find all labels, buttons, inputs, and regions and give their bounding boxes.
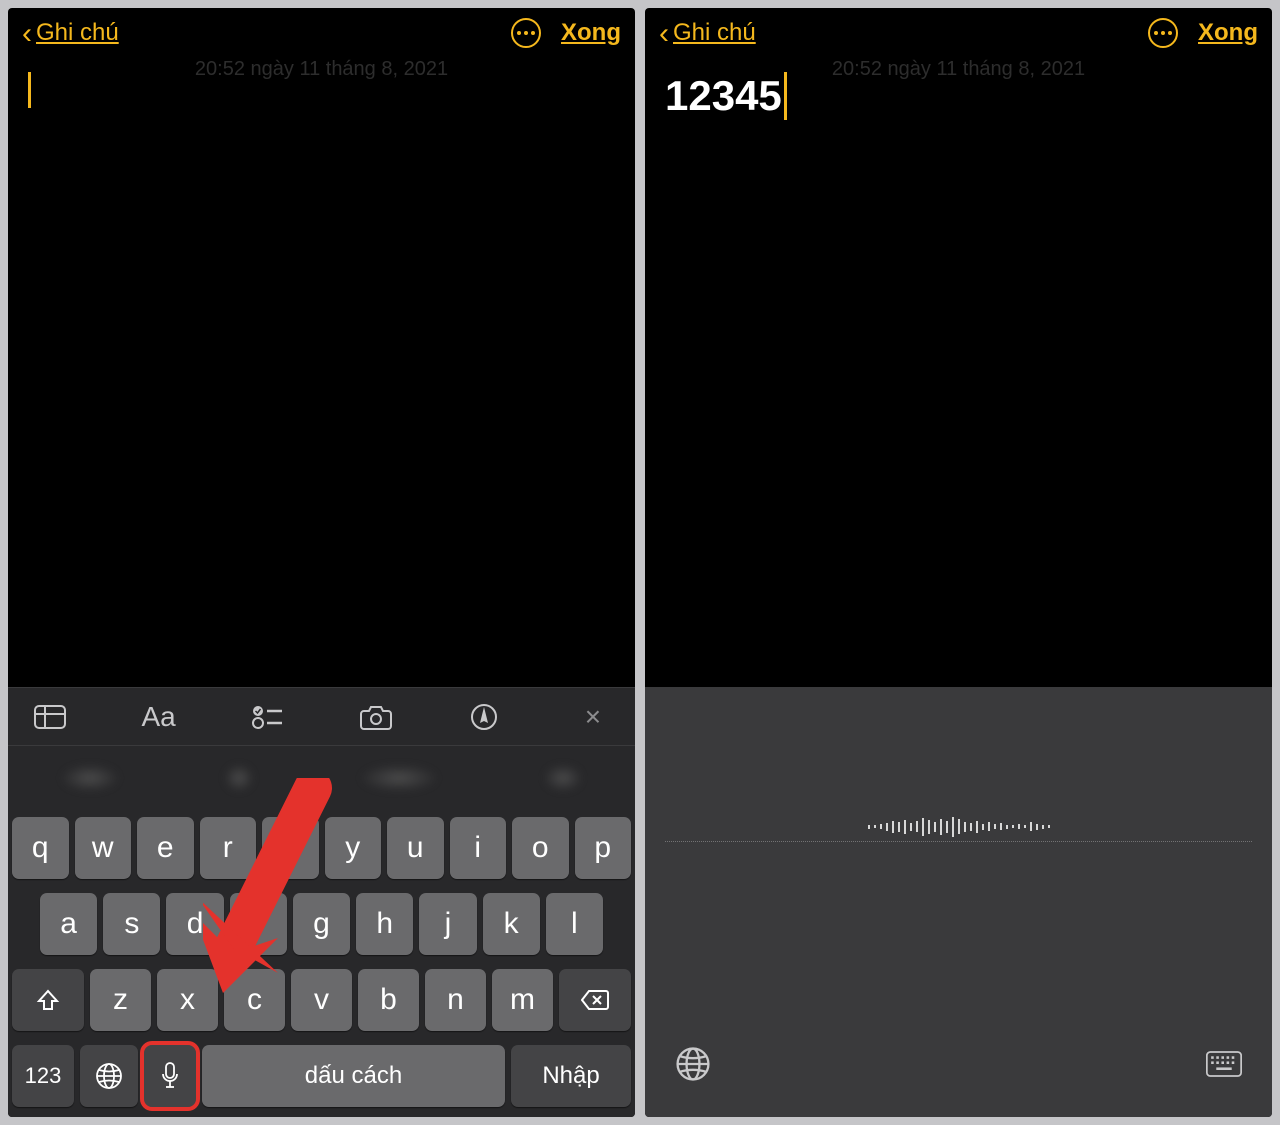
text-cursor [784, 72, 787, 120]
suggestion-blurred[interactable] [60, 764, 120, 792]
annotation-highlight [140, 1041, 200, 1111]
suggestion-blurred[interactable] [359, 764, 439, 792]
back-button[interactable]: ‹ Ghi chú [659, 19, 756, 47]
key-a[interactable]: a [40, 893, 97, 955]
key-g[interactable]: g [293, 893, 350, 955]
chevron-left-icon: ‹ [22, 23, 32, 44]
space-key[interactable]: dấu cách [202, 1045, 505, 1107]
key-q[interactable]: q [12, 817, 69, 879]
key-s[interactable]: s [103, 893, 160, 955]
key-u[interactable]: u [387, 817, 444, 879]
key-p[interactable]: p [575, 817, 632, 879]
chevron-left-icon: ‹ [659, 23, 669, 44]
key-b[interactable]: b [358, 969, 419, 1031]
keyboard-icon[interactable] [1206, 1046, 1242, 1087]
globe-key[interactable] [80, 1045, 138, 1107]
back-label: Ghi chú [673, 19, 756, 47]
keyboard-row-1: q w e r t y u i o p [12, 817, 631, 879]
navigation-bar: ‹ Ghi chú Xong [645, 8, 1272, 58]
formatting-toolbar: Aa × [8, 687, 635, 745]
key-v[interactable]: v [291, 969, 352, 1031]
key-m[interactable]: m [492, 969, 553, 1031]
shift-key[interactable] [12, 969, 84, 1031]
key-f[interactable]: f [230, 893, 287, 955]
back-label: Ghi chú [36, 19, 119, 47]
key-k[interactable]: k [483, 893, 540, 955]
voice-dictation-panel [645, 687, 1272, 1117]
numbers-key[interactable]: 123 [12, 1045, 74, 1107]
key-j[interactable]: j [419, 893, 476, 955]
right-screenshot: ‹ Ghi chú Xong 20:52 ngày 11 tháng 8, 20… [645, 8, 1272, 1117]
close-toolbar-icon[interactable]: × [573, 701, 613, 733]
checklist-icon[interactable] [247, 705, 287, 729]
key-t[interactable]: t [262, 817, 319, 879]
key-r[interactable]: r [200, 817, 257, 879]
suggestion-blurred[interactable] [224, 764, 254, 792]
key-y[interactable]: y [325, 817, 382, 879]
left-screenshot: ‹ Ghi chú Xong 20:52 ngày 11 tháng 8, 20… [8, 8, 635, 1117]
keyboard-row-2: a s d f g h j k l [12, 893, 631, 955]
text-cursor [28, 72, 31, 108]
keyboard-row-function: 123 dấu cách Nhập [12, 1045, 631, 1107]
key-c[interactable]: c [224, 969, 285, 1031]
key-h[interactable]: h [356, 893, 413, 955]
voice-waveform [645, 687, 1272, 967]
key-l[interactable]: l [546, 893, 603, 955]
marker-icon[interactable] [464, 703, 504, 731]
key-z[interactable]: z [90, 969, 151, 1031]
key-x[interactable]: x [157, 969, 218, 1031]
return-key[interactable]: Nhập [511, 1045, 631, 1107]
microphone-key[interactable] [144, 1045, 196, 1107]
keyboard: q w e r t y u i o p a s d f g h j k l z [8, 809, 635, 1117]
back-button[interactable]: ‹ Ghi chú [22, 19, 119, 47]
navigation-bar: ‹ Ghi chú Xong [8, 8, 635, 58]
more-options-icon[interactable] [511, 18, 541, 48]
note-text: 12345 [665, 72, 782, 120]
text-format-icon[interactable]: Aa [139, 701, 179, 733]
key-w[interactable]: w [75, 817, 132, 879]
key-o[interactable]: o [512, 817, 569, 879]
key-i[interactable]: i [450, 817, 507, 879]
note-content-area[interactable]: 12345 [645, 58, 1272, 687]
globe-icon[interactable] [675, 1046, 711, 1087]
table-icon[interactable] [30, 705, 70, 729]
camera-icon[interactable] [356, 704, 396, 730]
done-button[interactable]: Xong [561, 19, 621, 47]
backspace-key[interactable] [559, 969, 631, 1031]
key-e[interactable]: e [137, 817, 194, 879]
key-d[interactable]: d [166, 893, 223, 955]
keyboard-row-3: z x c v b n m [12, 969, 631, 1031]
key-n[interactable]: n [425, 969, 486, 1031]
suggestion-blurred[interactable] [543, 764, 583, 792]
done-button[interactable]: Xong [1198, 19, 1258, 47]
suggestion-bar [8, 745, 635, 809]
more-options-icon[interactable] [1148, 18, 1178, 48]
note-content-area[interactable] [8, 58, 635, 687]
